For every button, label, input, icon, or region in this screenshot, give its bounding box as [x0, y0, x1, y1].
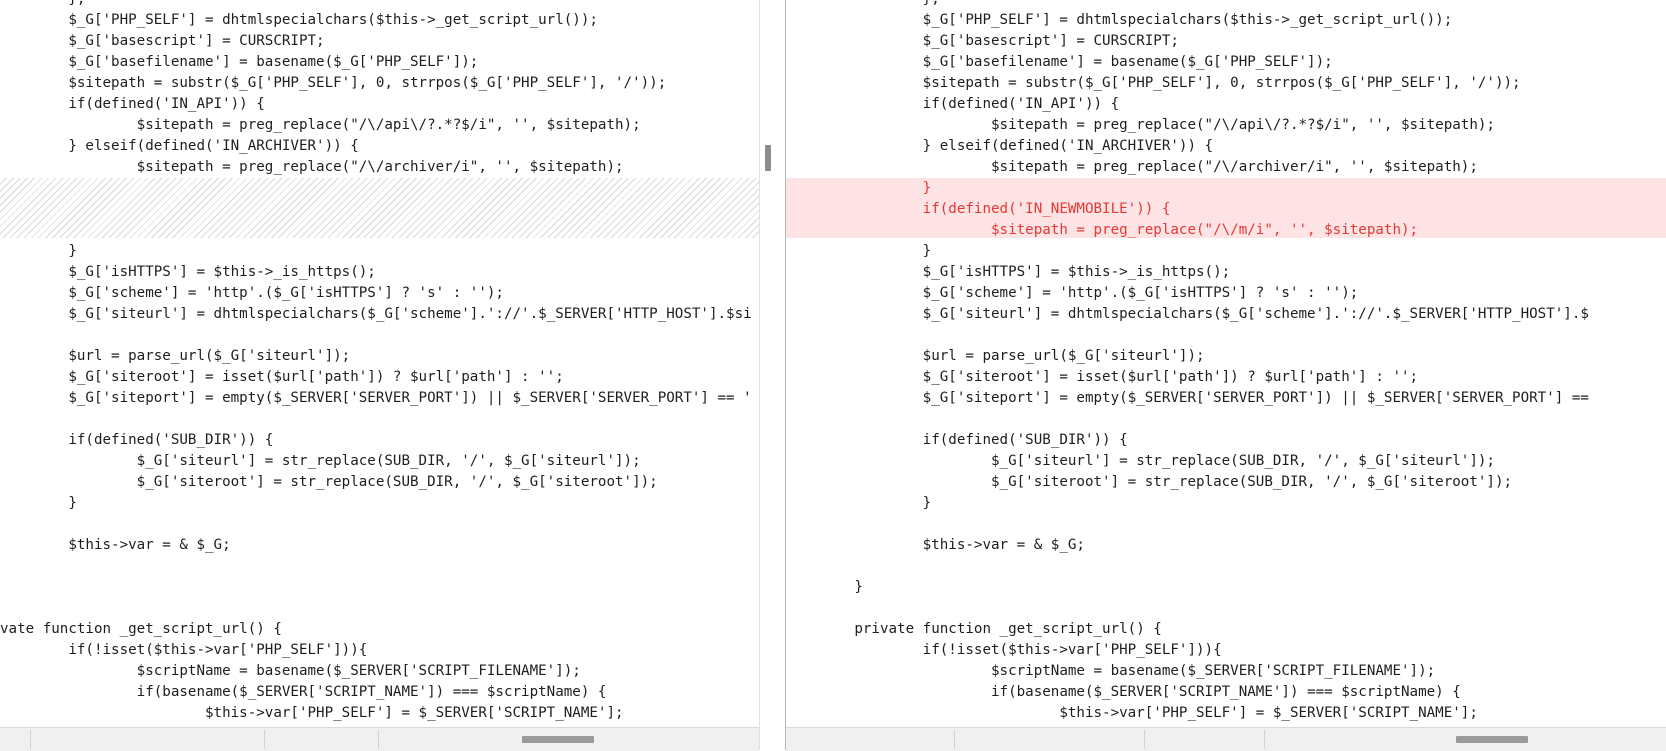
code-line: }, [0, 0, 759, 10]
code-line: } [0, 243, 77, 259]
status-separator [1144, 730, 1145, 749]
code-line: } [786, 579, 863, 595]
code-line: } [786, 180, 932, 196]
status-separator [30, 730, 31, 749]
code-line: if(defined('IN_API')) { [0, 96, 265, 112]
code-line: $sitepath = preg_replace("/\/api\/?.*?$/… [786, 117, 1495, 133]
code-line: } elseif(defined('IN_ARCHIVER')) { [786, 138, 1214, 154]
right-status-bar [786, 727, 1666, 751]
code-line: } [786, 243, 932, 259]
code-line: if(defined('IN_API')) { [786, 96, 1120, 112]
code-line: $_G['isHTTPS'] = $this->_is_https(); [786, 264, 1231, 280]
status-separator [1264, 730, 1265, 749]
code-line: }, [786, 0, 1666, 10]
code-line: $_G['scheme'] = 'http'.($_G['isHTTPS'] ?… [0, 285, 504, 301]
code-line: $_G['siteroot'] = isset($url['path']) ? … [0, 369, 564, 385]
code-line: if(defined('SUB_DIR')) { [786, 432, 1128, 448]
code-line: $this->var = & $_G; [786, 537, 1085, 553]
diff-gutter [759, 0, 786, 750]
code-line: $_G['PHP_SELF'] = dhtmlspecialchars($thi… [786, 12, 1453, 28]
code-line: if(basename($_SERVER['SCRIPT_NAME']) ===… [0, 684, 607, 700]
code-line: $_G['PHP_SELF'] = dhtmlspecialchars($thi… [0, 12, 598, 28]
code-line: $_G['siteport'] = empty($_SERVER['SERVER… [786, 390, 1589, 406]
left-status-bar [0, 727, 759, 751]
code-line: $_G['basescript'] = CURSCRIPT; [0, 33, 325, 49]
code-line: if(!isset($this->var['PHP_SELF'])){ [786, 642, 1222, 658]
code-line: } elseif(defined('IN_ARCHIVER')) { [0, 138, 359, 154]
vertical-scrollbar-thumb[interactable] [765, 145, 771, 171]
code-line: if(defined('SUB_DIR')) { [0, 432, 274, 448]
horizontal-scrollbar-thumb[interactable] [522, 736, 594, 743]
code-line: $this->var['PHP_SELF'] = $_SERVER['SCRIP… [0, 705, 624, 721]
code-line: $_G['siteroot'] = str_replace(SUB_DIR, '… [0, 474, 658, 490]
code-line: $_G['siteurl'] = str_replace(SUB_DIR, '/… [786, 453, 1495, 469]
gutter-divider-left [759, 0, 760, 750]
code-line: $sitepath = preg_replace("/\/archiver/i"… [0, 159, 624, 175]
code-line: $_G['siteurl'] = dhtmlspecialchars($_G['… [0, 306, 752, 322]
status-separator [264, 730, 265, 749]
code-line: } [0, 495, 77, 511]
code-line: $sitepath = preg_replace("/\/m/i", '', $… [786, 222, 1419, 238]
code-line: $scriptName = basename($_SERVER['SCRIPT_… [0, 663, 581, 679]
code-line: $_G['siteport'] = empty($_SERVER['SERVER… [0, 390, 752, 406]
code-line: $sitepath = preg_replace("/\/api\/?.*?$/… [0, 117, 641, 133]
code-line: if(defined('IN_NEWMOBILE')) { [786, 201, 1171, 217]
code-line: private function _get_script_url() { [786, 621, 1162, 637]
code-line: $this->var['PHP_SELF'] = $_SERVER['SCRIP… [786, 705, 1478, 721]
left-code-pane[interactable]: }, $_G['PHP_SELF'] = dhtmlspecialchars($… [0, 0, 759, 727]
right-code-pane[interactable]: }, $_G['PHP_SELF'] = dhtmlspecialchars($… [786, 0, 1666, 727]
code-line: $_G['siteroot'] = isset($url['path']) ? … [786, 369, 1419, 385]
code-line: $url = parse_url($_G['siteurl']); [786, 348, 1205, 364]
code-line: } [786, 495, 932, 511]
status-separator [954, 730, 955, 749]
code-line: $scriptName = basename($_SERVER['SCRIPT_… [786, 663, 1436, 679]
code-line: $_G['scheme'] = 'http'.($_G['isHTTPS'] ?… [786, 285, 1359, 301]
code-line: $_G['basefilename'] = basename($_G['PHP_… [0, 54, 479, 70]
code-line: $_G['siteurl'] = dhtmlspecialchars($_G['… [786, 306, 1589, 322]
code-line: if(basename($_SERVER['SCRIPT_NAME']) ===… [786, 684, 1461, 700]
code-line: $_G['siteurl'] = str_replace(SUB_DIR, '/… [0, 453, 641, 469]
code-line: $sitepath = substr($_G['PHP_SELF'], 0, s… [0, 75, 667, 91]
code-line: $sitepath = preg_replace("/\/archiver/i"… [786, 159, 1478, 175]
code-line: $_G['basefilename'] = basename($_G['PHP_… [786, 54, 1333, 70]
horizontal-scrollbar-thumb[interactable] [1456, 736, 1528, 743]
code-line: $url = parse_url($_G['siteurl']); [0, 348, 351, 364]
code-line: $sitepath = substr($_G['PHP_SELF'], 0, s… [786, 75, 1521, 91]
status-separator [378, 730, 379, 749]
code-line: $this->var = & $_G; [0, 537, 231, 553]
code-line: $_G['isHTTPS'] = $this->_is_https(); [0, 264, 376, 280]
code-line: $_G['basescript'] = CURSCRIPT; [786, 33, 1179, 49]
code-line: $_G['siteroot'] = str_replace(SUB_DIR, '… [786, 474, 1513, 490]
code-line: vate function _get_script_url() { [0, 621, 282, 637]
code-line: if(!isset($this->var['PHP_SELF'])){ [0, 642, 368, 658]
